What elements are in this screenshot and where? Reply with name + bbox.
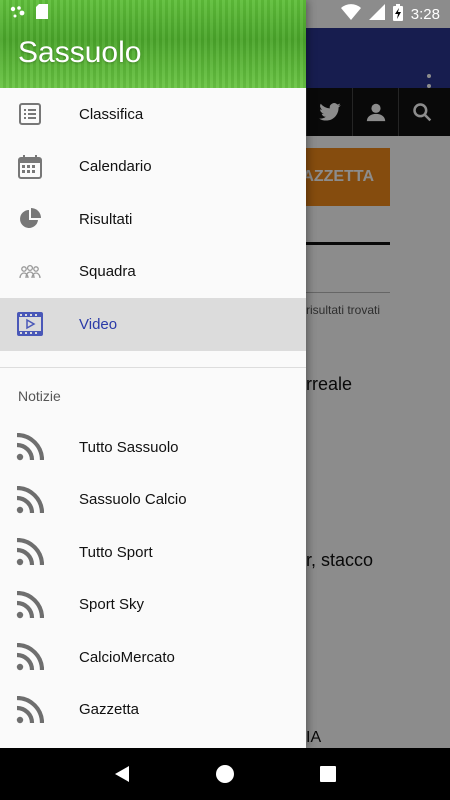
section-title-notizie: Notizie — [18, 388, 61, 404]
news-item-tutto-sport[interactable]: Tutto Sport — [0, 526, 306, 579]
recents-button[interactable] — [308, 754, 348, 794]
rss-icon — [16, 590, 44, 619]
calendar-icon — [16, 153, 44, 181]
battery-charging-icon — [392, 3, 403, 25]
sd-card-icon — [36, 4, 48, 24]
menu-item-squadra[interactable]: Squadra — [0, 246, 306, 299]
wifi-icon — [340, 4, 361, 24]
rss-icon — [16, 643, 44, 671]
news-item-label: Tutto Sassuolo — [79, 438, 179, 456]
status-bar: 3:28 — [0, 0, 450, 28]
news-item-calciomercato[interactable]: CalcioMercato — [0, 631, 306, 684]
menu-item-risultati[interactable]: Risultati — [0, 193, 306, 246]
news-item-gazzetta[interactable]: Gazzetta — [0, 684, 306, 737]
menu-item-video[interactable]: Video — [0, 298, 306, 351]
list-icon — [16, 100, 44, 128]
signal-icon — [368, 4, 385, 24]
rss-icon — [16, 538, 44, 566]
menu-item-classifica[interactable]: Classifica — [0, 88, 306, 141]
rss-icon — [16, 695, 44, 724]
menu-item-label: Calendario — [79, 158, 152, 176]
video-icon — [16, 310, 44, 338]
news-item-label: Sassuolo Calcio — [79, 491, 187, 509]
menu-item-label: Video — [79, 315, 118, 333]
news-item-tutto-sassuolo[interactable]: Tutto Sassuolo — [0, 421, 306, 474]
team-icon — [16, 258, 44, 286]
home-button[interactable] — [205, 754, 245, 794]
news-item-label: Tutto Sport — [79, 543, 153, 561]
system-nav-bar — [0, 748, 450, 800]
menu-item-calendario[interactable]: Calendario — [0, 141, 306, 194]
news-item-sassuolo-calcio[interactable]: Sassuolo Calcio — [0, 474, 306, 527]
news-item-label: Sport Sky — [79, 596, 145, 614]
back-button[interactable] — [102, 754, 142, 794]
menu-item-label: Squadra — [79, 263, 136, 281]
drawer-title: Sassuolo — [18, 36, 142, 69]
news-item-label: CalcioMercato — [79, 648, 175, 666]
rss-icon — [16, 433, 44, 461]
drawer-divider — [0, 367, 306, 368]
drawer-menu: Classifica Calendario Risultati Squadra … — [0, 88, 306, 351]
news-item-sport-sky[interactable]: Sport Sky — [0, 579, 306, 632]
clock: 3:28 — [410, 5, 440, 23]
news-sources-list: Tutto Sassuolo Sassuolo Calcio Tutto Spo… — [0, 421, 306, 736]
rss-icon — [16, 485, 44, 514]
assistant-icon — [10, 5, 26, 24]
menu-item-label: Risultati — [79, 210, 133, 228]
menu-item-label: Classifica — [79, 105, 144, 123]
news-item-label: Gazzetta — [79, 701, 140, 719]
pie-chart-icon — [16, 205, 44, 233]
navigation-drawer: Sassuolo Classifica Calendario Risultati… — [0, 0, 306, 748]
